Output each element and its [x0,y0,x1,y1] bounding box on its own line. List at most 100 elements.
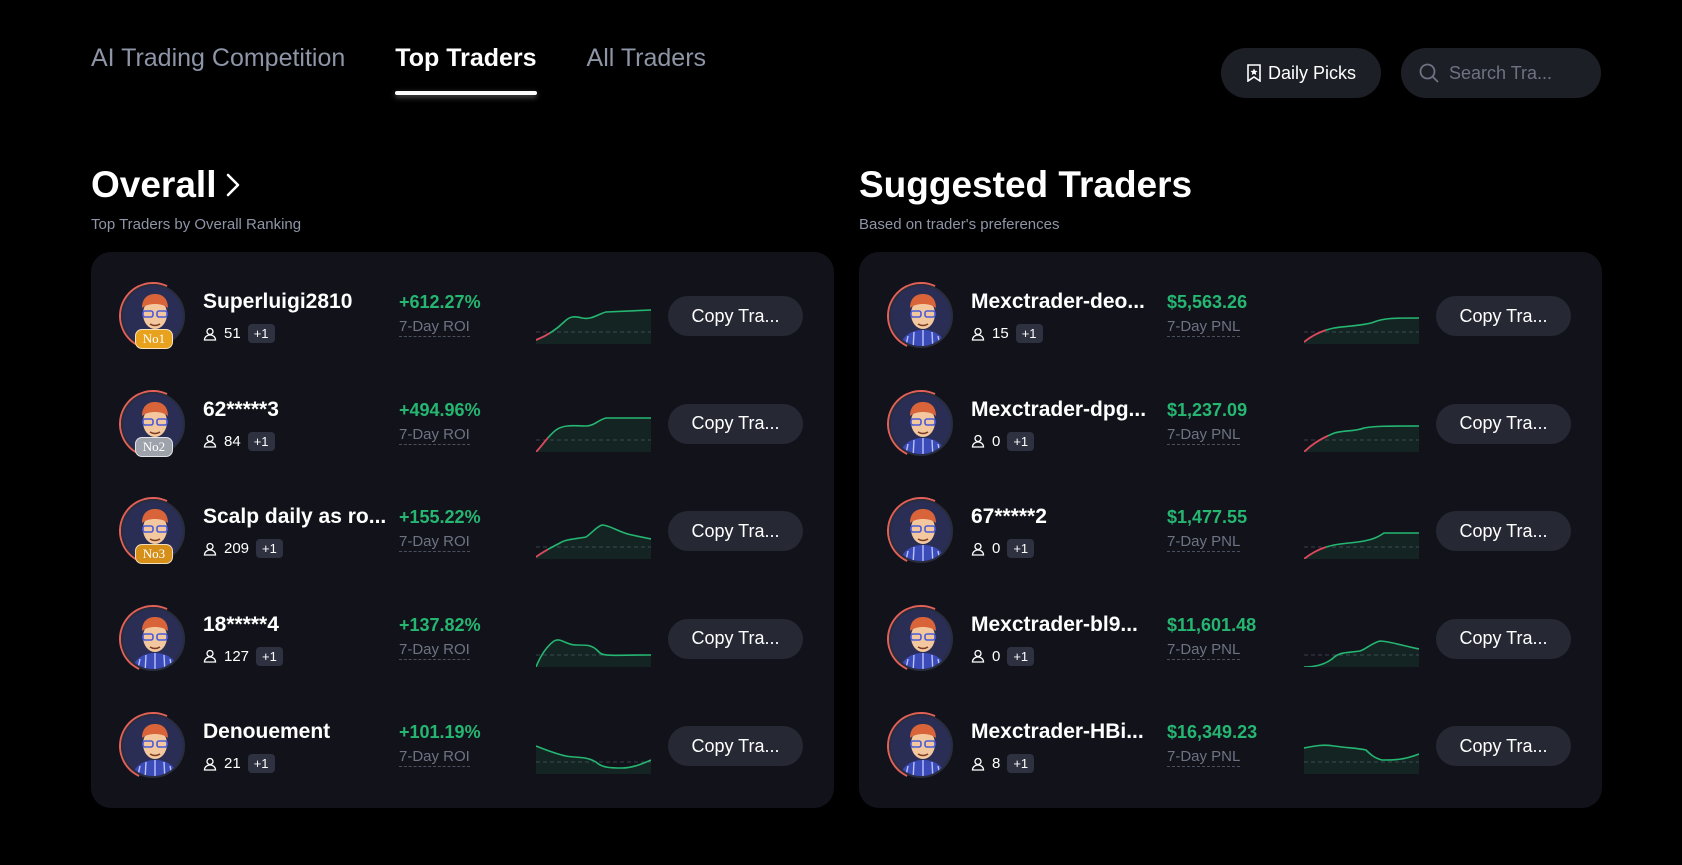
copy-trade-button[interactable]: Copy Tra... [668,511,803,551]
avatar [889,499,953,563]
trader-avatar-icon [891,393,951,454]
sparkline-chart [536,745,651,774]
metric-value: $16,349.23 [1167,722,1258,742]
follower-count: 15 [992,325,1009,342]
tab-all-traders[interactable]: All Traders [587,44,706,95]
trader-row[interactable]: 18*****4 127 +1 +137.82% 7-Day ROI Copy … [91,594,834,683]
daily-picks-button[interactable]: Daily Picks [1221,48,1381,98]
trader-name[interactable]: Mexctrader-deo... [971,290,1156,314]
copy-trade-button[interactable]: Copy Tra... [668,296,803,336]
bookmark-star-icon [1247,64,1261,82]
copy-trade-button[interactable]: Copy Tra... [1436,403,1571,444]
follower-count: 51 [224,325,241,342]
trader-meta: 0 +1 [971,646,1035,666]
trader-meta: 15 +1 [971,324,1043,343]
metric-label[interactable]: 7-Day PNL [1167,318,1241,337]
follower-count: 0 [992,647,1001,665]
trader-row[interactable]: 67*****2 0 +1 $1,477.55 7-Day PNL Copy T… [859,487,1602,575]
extra-badge: +1 [1007,431,1035,451]
search-input[interactable] [1449,62,1579,84]
extra-badge: +1 [1007,754,1035,773]
metric-label[interactable]: 7-Day ROI [399,533,470,552]
trader-meta: 127 +1 [203,646,283,666]
search-box [1401,48,1601,98]
follower-count: 0 [992,432,1001,450]
followers-icon [203,757,217,771]
follower-count: 0 [992,540,1001,557]
overall-title: Overall [91,164,217,205]
trader-meta: 21 +1 [203,754,275,773]
sparkline-chart [1304,744,1419,774]
metric-label[interactable]: 7-Day ROI [399,426,470,445]
trader-row[interactable]: Scalp daily as ro... 209 +1 +155.22% 7-D… [91,487,834,575]
trader-name[interactable]: Mexctrader-bl9... [971,613,1156,637]
avatar [889,714,953,778]
trader-name[interactable]: Superluigi2810 [203,290,388,314]
extra-badge: +1 [256,539,283,558]
metric-label[interactable]: 7-Day PNL [1167,426,1241,445]
trader-name[interactable]: Mexctrader-dpg... [971,398,1156,422]
metric-value: $11,601.48 [1167,614,1257,635]
search-icon [1419,63,1439,83]
sparkline-chart [536,309,651,344]
tab-bar: AI Trading Competition Top Traders All T… [91,44,706,95]
overall-panel: Superluigi2810 51 +1 +612.27% 7-Day ROI … [91,252,834,808]
metric-label[interactable]: 7-Day ROI [399,748,470,767]
metric-value: +137.82% [399,614,481,635]
metric-value: $5,563.26 [1167,292,1248,312]
metric-value: +101.19% [399,722,481,742]
metric-value: +155.22% [399,507,481,527]
rank-badge: No2 [135,436,173,457]
metric-label[interactable]: 7-Day ROI [399,318,470,337]
avatar [121,606,185,671]
extra-badge: +1 [1015,324,1043,343]
chevron-right-icon [227,173,240,197]
follower-count: 209 [224,540,250,557]
metric-label[interactable]: 7-Day PNL [1167,748,1241,767]
copy-trade-button[interactable]: Copy Tra... [668,618,803,659]
trader-row[interactable]: Mexctrader-deo... 15 +1 $5,563.26 7-Day … [859,272,1602,360]
copy-trade-button[interactable]: Copy Tra... [1436,726,1571,766]
rank-badge: No3 [135,544,173,564]
suggested-subtitle: Based on trader's preferences [859,216,1060,233]
followers-icon [203,434,217,448]
tab-ai-trading-competition[interactable]: AI Trading Competition [91,44,345,95]
trader-meta: 8 +1 [971,754,1035,773]
copy-trade-button[interactable]: Copy Tra... [668,403,803,444]
extra-badge: +1 [1007,539,1035,558]
metric-label[interactable]: 7-Day PNL [1167,533,1241,552]
trader-meta: 51 +1 [203,324,275,343]
followers-icon [203,327,217,341]
trader-name[interactable]: Denouement [203,720,388,744]
copy-trade-button[interactable]: Copy Tra... [1436,618,1571,659]
trader-row[interactable]: Mexctrader-dpg... 0 +1 $1,237.09 7-Day P… [859,379,1602,468]
rank-badge: No1 [135,329,173,349]
trader-name[interactable]: Mexctrader-HBi... [971,720,1156,744]
trader-row[interactable]: Mexctrader-HBi... 8 +1 $16,349.23 7-Day … [859,702,1602,790]
copy-trade-button[interactable]: Copy Tra... [1436,296,1571,336]
trader-name[interactable]: 62*****3 [203,398,388,422]
trader-name[interactable]: Scalp daily as ro... [203,505,388,529]
overall-title-link[interactable]: Overall [91,164,242,206]
trader-row[interactable]: Denouement 21 +1 +101.19% 7-Day ROI Copy… [91,702,834,790]
trader-name[interactable]: 67*****2 [971,505,1156,529]
copy-trade-button[interactable]: Copy Tra... [668,726,803,766]
trader-name[interactable]: 18*****4 [203,613,388,637]
tab-top-traders[interactable]: Top Traders [395,44,537,95]
sparkline-chart [536,416,651,452]
overall-subtitle: Top Traders by Overall Ranking [91,216,302,233]
daily-picks-label: Daily Picks [1267,62,1356,83]
trader-row[interactable]: Superluigi2810 51 +1 +612.27% 7-Day ROI … [91,272,834,360]
suggested-panel: Mexctrader-deo... 15 +1 $5,563.26 7-Day … [859,252,1602,808]
trader-meta: 0 +1 [971,431,1035,451]
metric-label[interactable]: 7-Day ROI [399,641,470,660]
metric-label[interactable]: 7-Day PNL [1167,641,1241,660]
avatar [889,284,953,348]
sparkline-area [1304,533,1419,559]
trader-row[interactable]: Mexctrader-bl9... 0 +1 $11,601.48 7-Day … [859,594,1602,683]
copy-trade-button[interactable]: Copy Tra... [1436,511,1571,551]
trader-avatar-icon [123,608,183,669]
trader-row[interactable]: 62*****3 84 +1 +494.96% 7-Day ROI Copy T… [91,379,834,468]
trader-meta: 0 +1 [971,539,1035,558]
extra-badge: +1 [247,431,275,451]
